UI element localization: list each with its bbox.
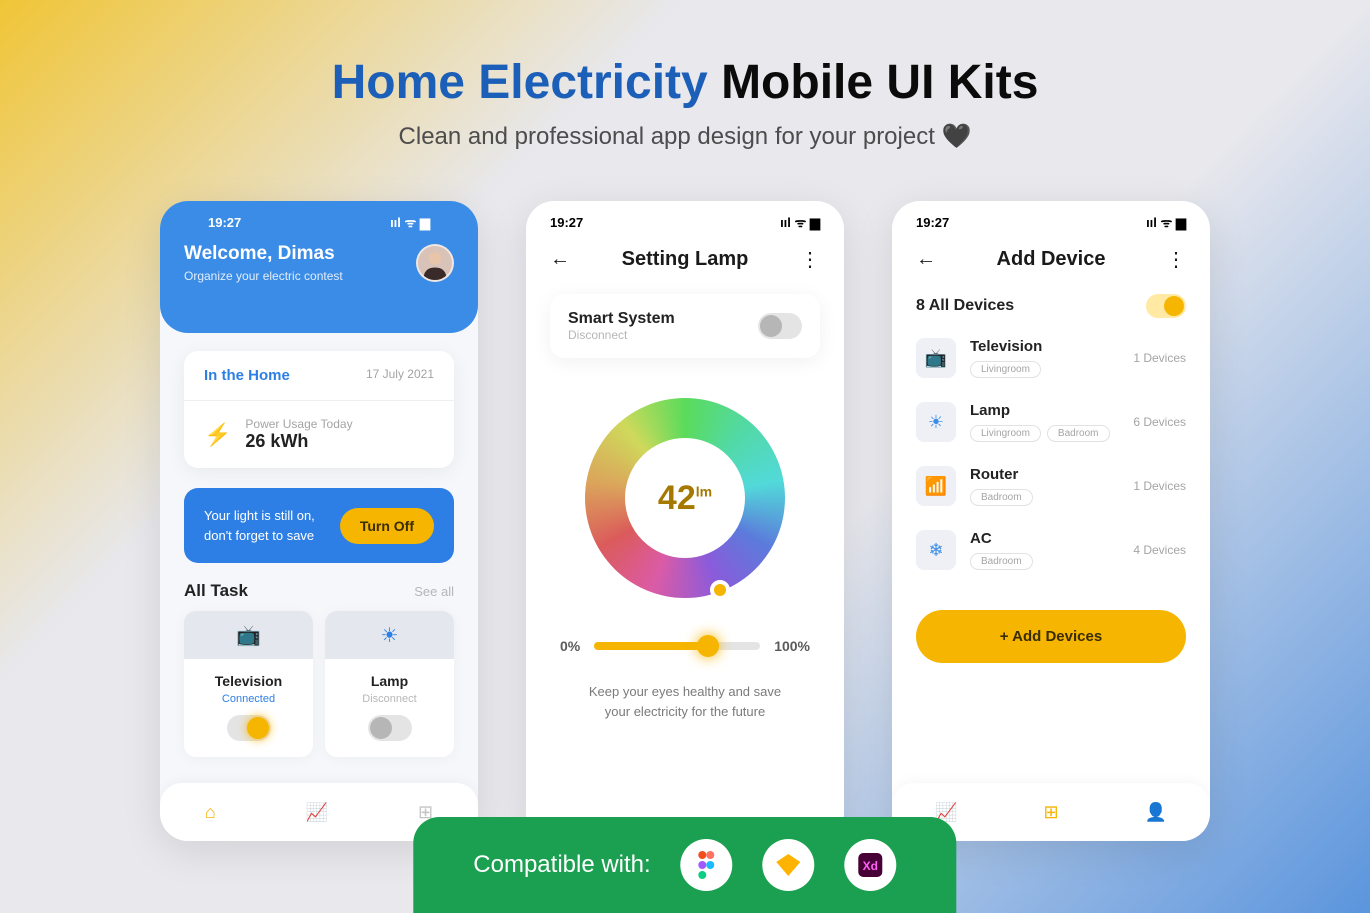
alert-card: Your light is still on,don't forget to s… — [184, 488, 454, 563]
devices-toggle[interactable] — [1146, 294, 1186, 318]
xd-icon: Xd — [845, 839, 897, 891]
card-date: 17 July 2021 — [366, 367, 434, 384]
page-title: Home Electricity Mobile UI Kits — [0, 55, 1370, 110]
status-icons: ııl ᯤ ▆ — [780, 213, 820, 231]
more-button[interactable]: ⋮ — [1166, 247, 1186, 272]
figma-icon — [681, 839, 733, 891]
tv-toggle[interactable] — [227, 715, 271, 741]
usage-label: Power Usage Today — [245, 417, 352, 431]
status-icons: ııl ᯤ ▆ — [1146, 213, 1186, 231]
usage-card[interactable]: In the Home 17 July 2021 ⚡ Power Usage T… — [184, 351, 454, 468]
tv-icon: 📺 — [184, 611, 313, 659]
screen-home: 19:27 ııl ᯤ ▆ Welcome, Dimas Organize yo… — [160, 201, 478, 841]
slider-min: 0% — [560, 638, 580, 654]
page-title: Setting Lamp — [622, 248, 749, 271]
tv-icon: 📺 — [916, 338, 956, 378]
compat-footer: Compatible with: Xd — [413, 817, 956, 913]
see-all-link[interactable]: See all — [414, 584, 454, 599]
task-television[interactable]: 📺 Television Connected — [184, 611, 313, 757]
add-devices-button[interactable]: + Add Devices — [916, 610, 1186, 663]
more-button[interactable]: ⋮ — [800, 247, 820, 272]
wheel-handle[interactable] — [710, 580, 730, 600]
welcome-title: Welcome, Dimas — [184, 243, 343, 265]
nav-grid-icon[interactable]: ⊞ — [1043, 802, 1058, 823]
sun-icon: ☀ — [916, 402, 956, 442]
welcome-subtitle: Organize your electric contest — [184, 269, 343, 283]
brightness-slider[interactable] — [594, 642, 760, 650]
section-title: All Task — [184, 581, 248, 601]
status-time: 19:27 — [550, 215, 583, 230]
slider-max: 100% — [774, 638, 810, 654]
router-icon: 📶 — [916, 466, 956, 506]
nav-stats-icon[interactable]: 📈 — [306, 802, 328, 823]
turn-off-button[interactable]: Turn Off — [340, 508, 434, 544]
usage-value: 26 kWh — [245, 431, 352, 452]
page-subtitle: Clean and professional app design for yo… — [0, 122, 1370, 151]
screen-lamp: 19:27 ııl ᯤ ▆ ← Setting Lamp ⋮ Smart Sys… — [526, 201, 844, 841]
nav-profile-icon[interactable]: 👤 — [1145, 802, 1167, 823]
page-title: Add Device — [997, 248, 1106, 271]
status-icons: ııl ᯤ ▆ — [390, 213, 430, 231]
device-lamp[interactable]: ☀ Lamp LivingroomBadroom 6 Devices — [892, 394, 1210, 458]
task-lamp[interactable]: ☀ Lamp Disconnect — [325, 611, 454, 757]
ac-icon: ❄ — [916, 530, 956, 570]
system-card: Smart System Disconnect — [550, 294, 820, 358]
color-wheel[interactable]: 42lm — [585, 398, 785, 598]
sun-icon: ☀ — [325, 611, 454, 659]
device-television[interactable]: 📺 Television Livingroom 1 Devices — [892, 330, 1210, 394]
bolt-icon: ⚡ — [204, 422, 231, 448]
lumens-value: 42lm — [658, 479, 712, 518]
status-time: 19:27 — [916, 215, 949, 230]
tip-text: Keep your eyes healthy and save your ele… — [526, 654, 844, 721]
card-label: In the Home — [204, 367, 290, 384]
screen-devices: 19:27 ııl ᯤ ▆ ← Add Device ⋮ 8 All Devic… — [892, 201, 1210, 841]
lamp-toggle[interactable] — [368, 715, 412, 741]
devices-count: 8 All Devices — [916, 297, 1014, 315]
back-button[interactable]: ← — [916, 248, 936, 271]
device-router[interactable]: 📶 Router Badroom 1 Devices — [892, 458, 1210, 522]
back-button[interactable]: ← — [550, 248, 570, 271]
nav-home-icon[interactable]: ⌂ — [205, 802, 216, 823]
sketch-icon — [763, 839, 815, 891]
status-time: 19:27 — [208, 215, 241, 230]
system-toggle[interactable] — [758, 313, 802, 339]
avatar[interactable] — [416, 244, 454, 282]
device-ac[interactable]: ❄ AC Badroom 4 Devices — [892, 522, 1210, 586]
svg-text:Xd: Xd — [863, 859, 878, 873]
